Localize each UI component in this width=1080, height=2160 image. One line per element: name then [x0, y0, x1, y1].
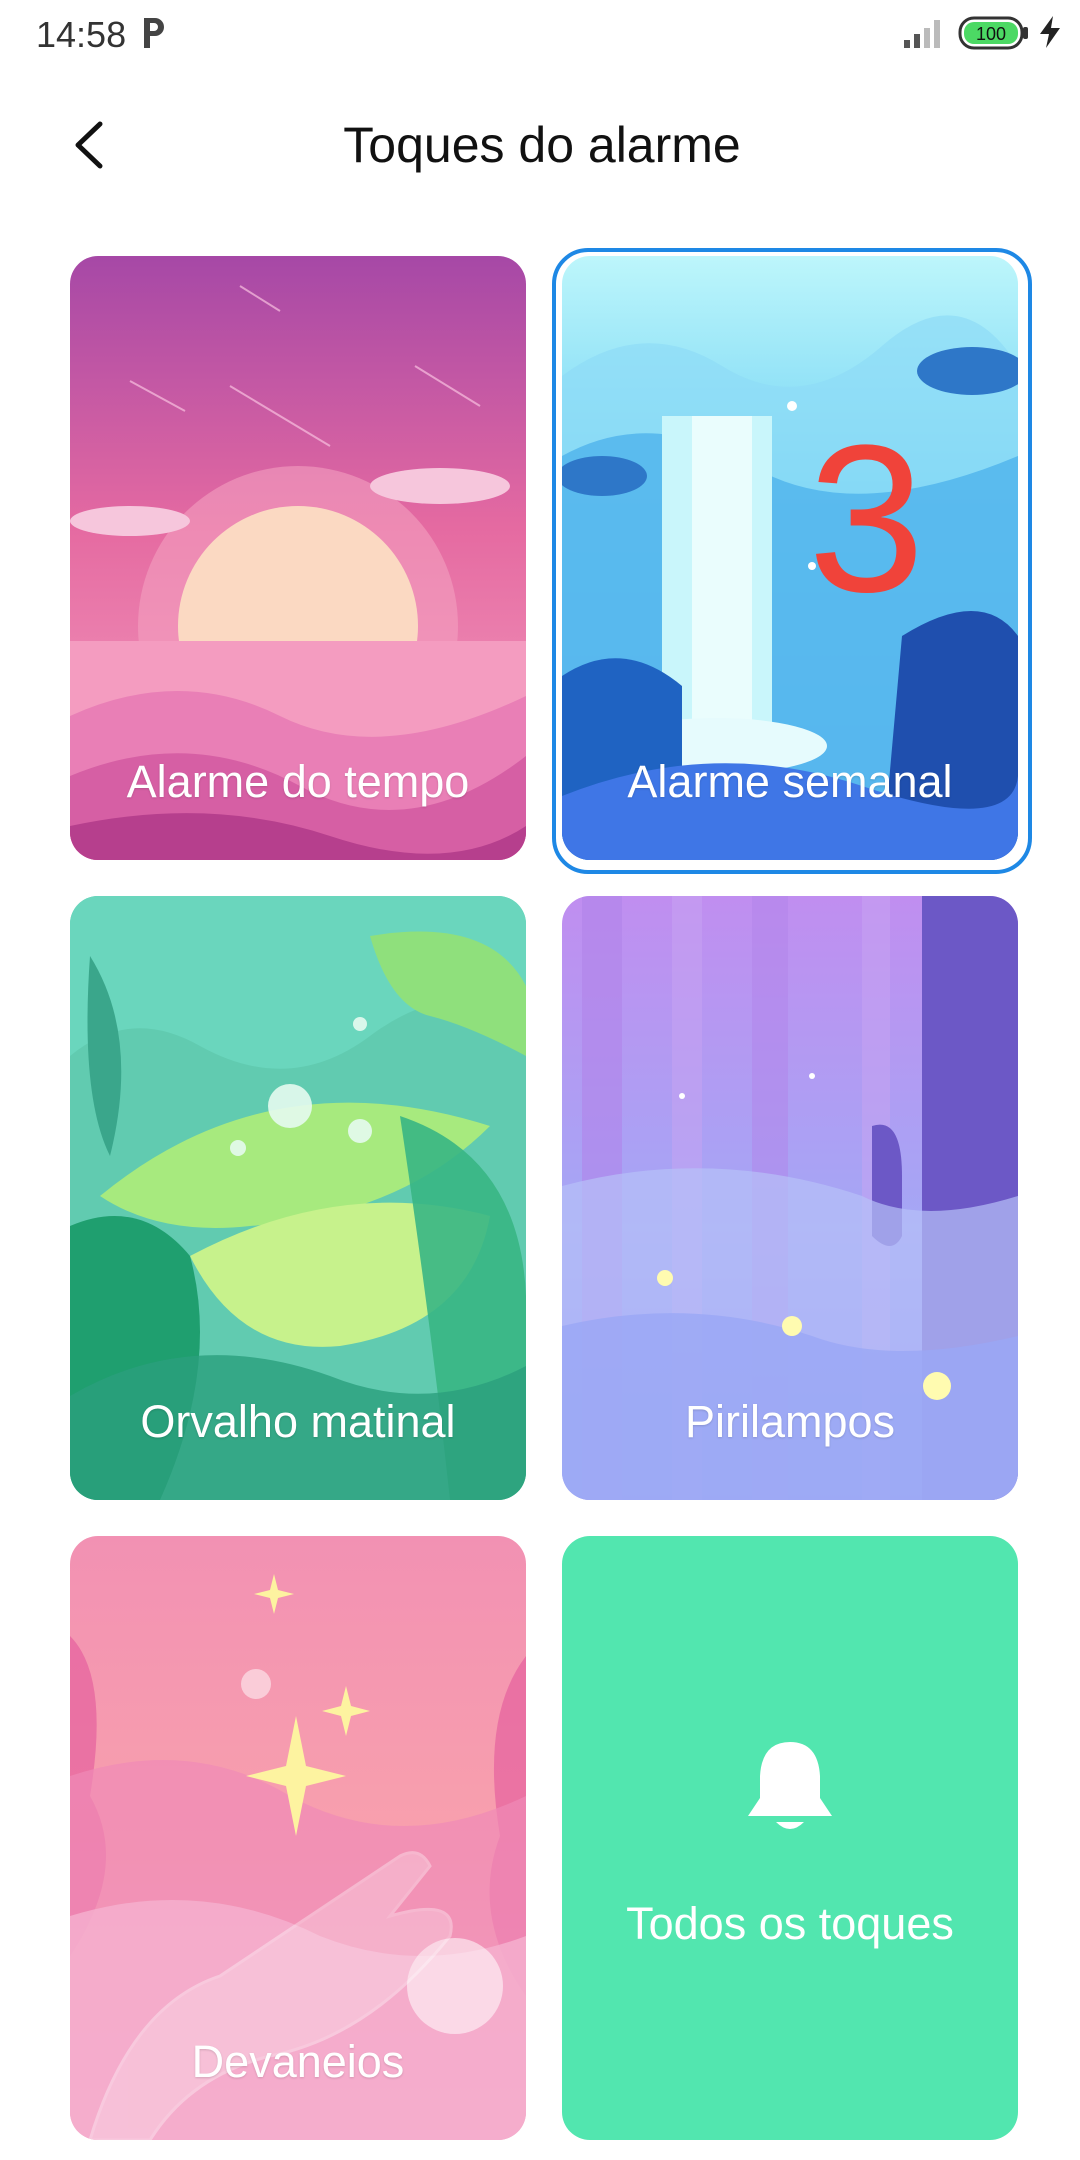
ringtone-card-devaneios[interactable]: Devaneios [70, 1536, 526, 2140]
ringtone-label: Pirilampos [684, 1396, 896, 1447]
ringtone-label: Devaneios [191, 2036, 405, 2087]
battery-level: 100 [976, 24, 1006, 44]
status-bar: 14:58 100 [0, 0, 1080, 70]
bell-icon [748, 1742, 832, 1829]
all-ringtones-label: Todos os toques [626, 1898, 954, 1949]
battery-icon: 100 [958, 16, 1028, 50]
ringtone-label: Orvalho matinal [140, 1396, 456, 1447]
all-ringtones-card[interactable]: Todos os toques [562, 1536, 1018, 2140]
bolt-icon [1040, 16, 1060, 48]
ringtone-label: Alarme do tempo [126, 756, 470, 807]
signal-icon [904, 20, 940, 48]
p-icon [144, 18, 164, 48]
ringtone-card-pirilampos[interactable]: Pirilampos [562, 896, 1018, 1500]
status-time: 14:58 [36, 14, 127, 55]
step-number-badge: 3 [808, 401, 925, 636]
ringtone-card-alarme-semanal[interactable]: Alarme semanal [562, 256, 1018, 860]
ringtone-card-alarme-do-tempo[interactable]: Alarme do tempo [70, 256, 526, 860]
page-title: Toques do alarme [343, 117, 741, 173]
ringtone-card-orvalho-matinal[interactable]: Orvalho matinal [70, 896, 526, 1500]
ringtone-label: Alarme semanal [627, 756, 953, 807]
